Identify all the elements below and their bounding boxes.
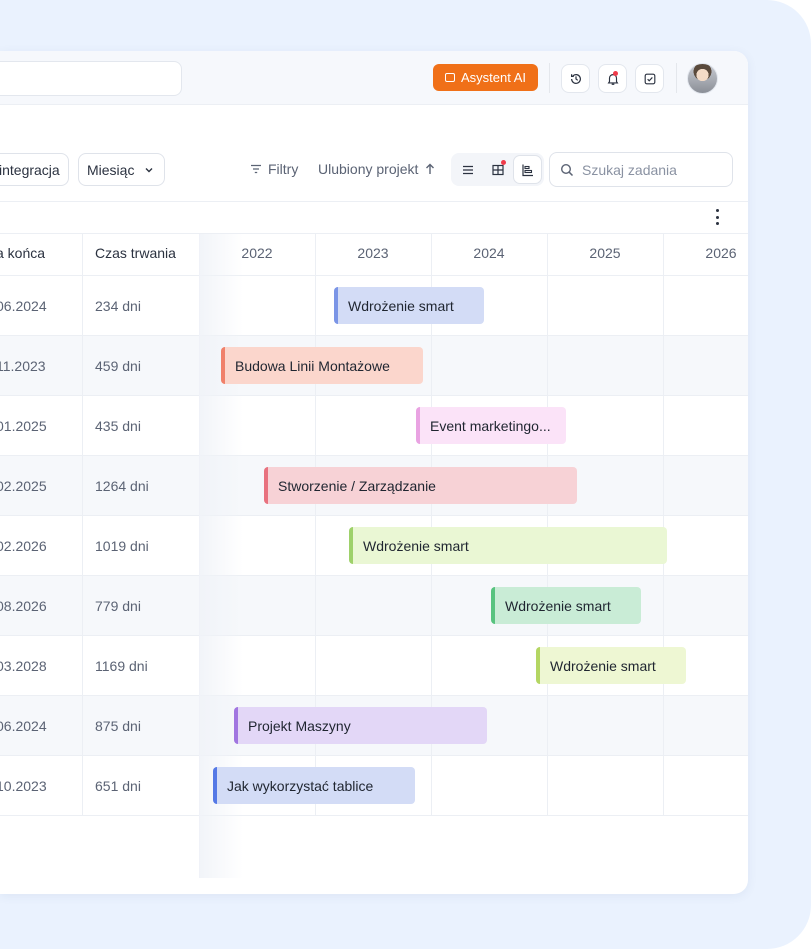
- end-date-cell: 06.2024: [0, 298, 47, 314]
- ai-assistant-button[interactable]: Asystent AI: [433, 64, 538, 91]
- duration-cell: 459 dni: [95, 358, 141, 374]
- board-view-button[interactable]: [483, 155, 512, 184]
- gantt-bar[interactable]: Event marketingo...: [416, 407, 566, 444]
- badge-dot: [501, 160, 506, 165]
- year-label: 2025: [589, 245, 621, 261]
- column-divider: [82, 234, 83, 815]
- gantt-bar-label: Jak wykorzystać tablice: [227, 777, 374, 794]
- divider: [0, 201, 748, 202]
- gantt-bar-label: Event marketingo...: [430, 417, 551, 434]
- duration-cell: 435 dni: [95, 418, 141, 434]
- arrow-up-icon: [426, 163, 435, 174]
- search-icon: [560, 163, 574, 176]
- more-options-icon[interactable]: [714, 209, 720, 225]
- global-search-input[interactable]: [0, 61, 182, 96]
- history-icon: [570, 73, 581, 84]
- task-search-placeholder: Szukaj zadania: [582, 161, 677, 178]
- divider: [549, 63, 550, 93]
- gantt-bar-label: Wdrożenie smart: [505, 597, 611, 614]
- end-date-cell: 01.2025: [0, 418, 47, 434]
- column-divider: [663, 234, 664, 815]
- end-date-cell: 02.2025: [0, 478, 47, 494]
- end-date-cell: 08.2026: [0, 598, 47, 614]
- duration-cell: 1019 dni: [95, 538, 149, 554]
- task-search-input[interactable]: Szukaj zadania: [549, 152, 733, 187]
- gantt-bar[interactable]: Jak wykorzystać tablice: [213, 767, 415, 804]
- end-date-cell: 06.2024: [0, 718, 47, 734]
- end-date-cell: 10.2023: [0, 778, 47, 794]
- gantt-bar[interactable]: Stworzenie / Zarządzanie: [264, 467, 577, 504]
- column-header-end-date[interactable]: a końca: [0, 245, 45, 261]
- filters-button[interactable]: Filtry: [250, 161, 298, 177]
- gantt-bar[interactable]: Wdrożenie smart: [536, 647, 686, 684]
- duration-cell: 234 dni: [95, 298, 141, 314]
- gantt-icon: [521, 164, 533, 176]
- year-label: 2024: [473, 245, 505, 261]
- gantt-bar[interactable]: Projekt Maszyny: [234, 707, 487, 744]
- integration-chip-label: integracja: [0, 161, 60, 178]
- gantt-bar[interactable]: Wdrożenie smart: [334, 287, 484, 324]
- year-label: 2026: [705, 245, 737, 261]
- divider: [0, 233, 748, 234]
- column-header-duration[interactable]: Czas trwania: [95, 245, 176, 261]
- end-date-cell: 03.2028: [0, 658, 47, 674]
- gantt-view-button[interactable]: [513, 155, 542, 184]
- list-view-button[interactable]: [453, 155, 482, 184]
- robot-icon: [444, 73, 455, 82]
- table-row[interactable]: 01.2025 435 dni: [0, 395, 748, 455]
- gantt-bar-label: Wdrożenie smart: [348, 297, 454, 314]
- divider: [0, 815, 748, 816]
- integration-chip[interactable]: integracja: [0, 153, 69, 186]
- gantt-bar-label: Projekt Maszyny: [248, 717, 351, 734]
- checkbox-icon: [644, 73, 655, 84]
- notifications-button[interactable]: [598, 64, 627, 93]
- list-icon: [462, 165, 473, 174]
- duration-cell: 1169 dni: [95, 658, 148, 674]
- column-divider: [547, 234, 548, 815]
- gantt-bar[interactable]: Budowa Linii Montażowe: [221, 347, 423, 384]
- gantt-bar-label: Wdrożenie smart: [363, 537, 469, 554]
- gantt-bar[interactable]: Wdrożenie smart: [491, 587, 641, 624]
- filter-icon: [251, 164, 261, 174]
- ai-assistant-label: Asystent AI: [460, 70, 527, 85]
- view-switcher: [451, 153, 544, 186]
- period-select[interactable]: Miesiąc: [78, 153, 165, 186]
- sort-button[interactable]: Ulubiony projekt: [318, 161, 436, 177]
- app-window: Asystent AI integracja Miesiąc Filtry Ul…: [0, 51, 748, 894]
- period-select-label: Miesiąc: [87, 161, 135, 178]
- divider: [676, 63, 677, 93]
- gantt-bar-label: Wdrożenie smart: [550, 657, 656, 674]
- end-date-cell: 02.2026: [0, 538, 47, 554]
- sort-label: Ulubiony projekt: [318, 161, 419, 177]
- duration-cell: 1264 dni: [95, 478, 149, 494]
- user-avatar[interactable]: [687, 63, 718, 94]
- duration-cell: 875 dni: [95, 718, 141, 734]
- duration-cell: 651 dni: [95, 778, 141, 794]
- year-label: 2023: [357, 245, 389, 261]
- duration-cell: 779 dni: [95, 598, 141, 614]
- gantt-bar[interactable]: Wdrożenie smart: [349, 527, 667, 564]
- notification-dot: [613, 71, 618, 76]
- gantt-bar-label: Stworzenie / Zarządzanie: [278, 477, 436, 494]
- filters-label: Filtry: [268, 161, 299, 177]
- gantt-bar-label: Budowa Linii Montażowe: [235, 357, 390, 374]
- history-button[interactable]: [561, 64, 590, 93]
- top-bar: Asystent AI: [0, 51, 748, 105]
- end-date-cell: 11.2023: [0, 358, 46, 374]
- tasks-button[interactable]: [635, 64, 664, 93]
- chevron-down-icon: [145, 167, 153, 172]
